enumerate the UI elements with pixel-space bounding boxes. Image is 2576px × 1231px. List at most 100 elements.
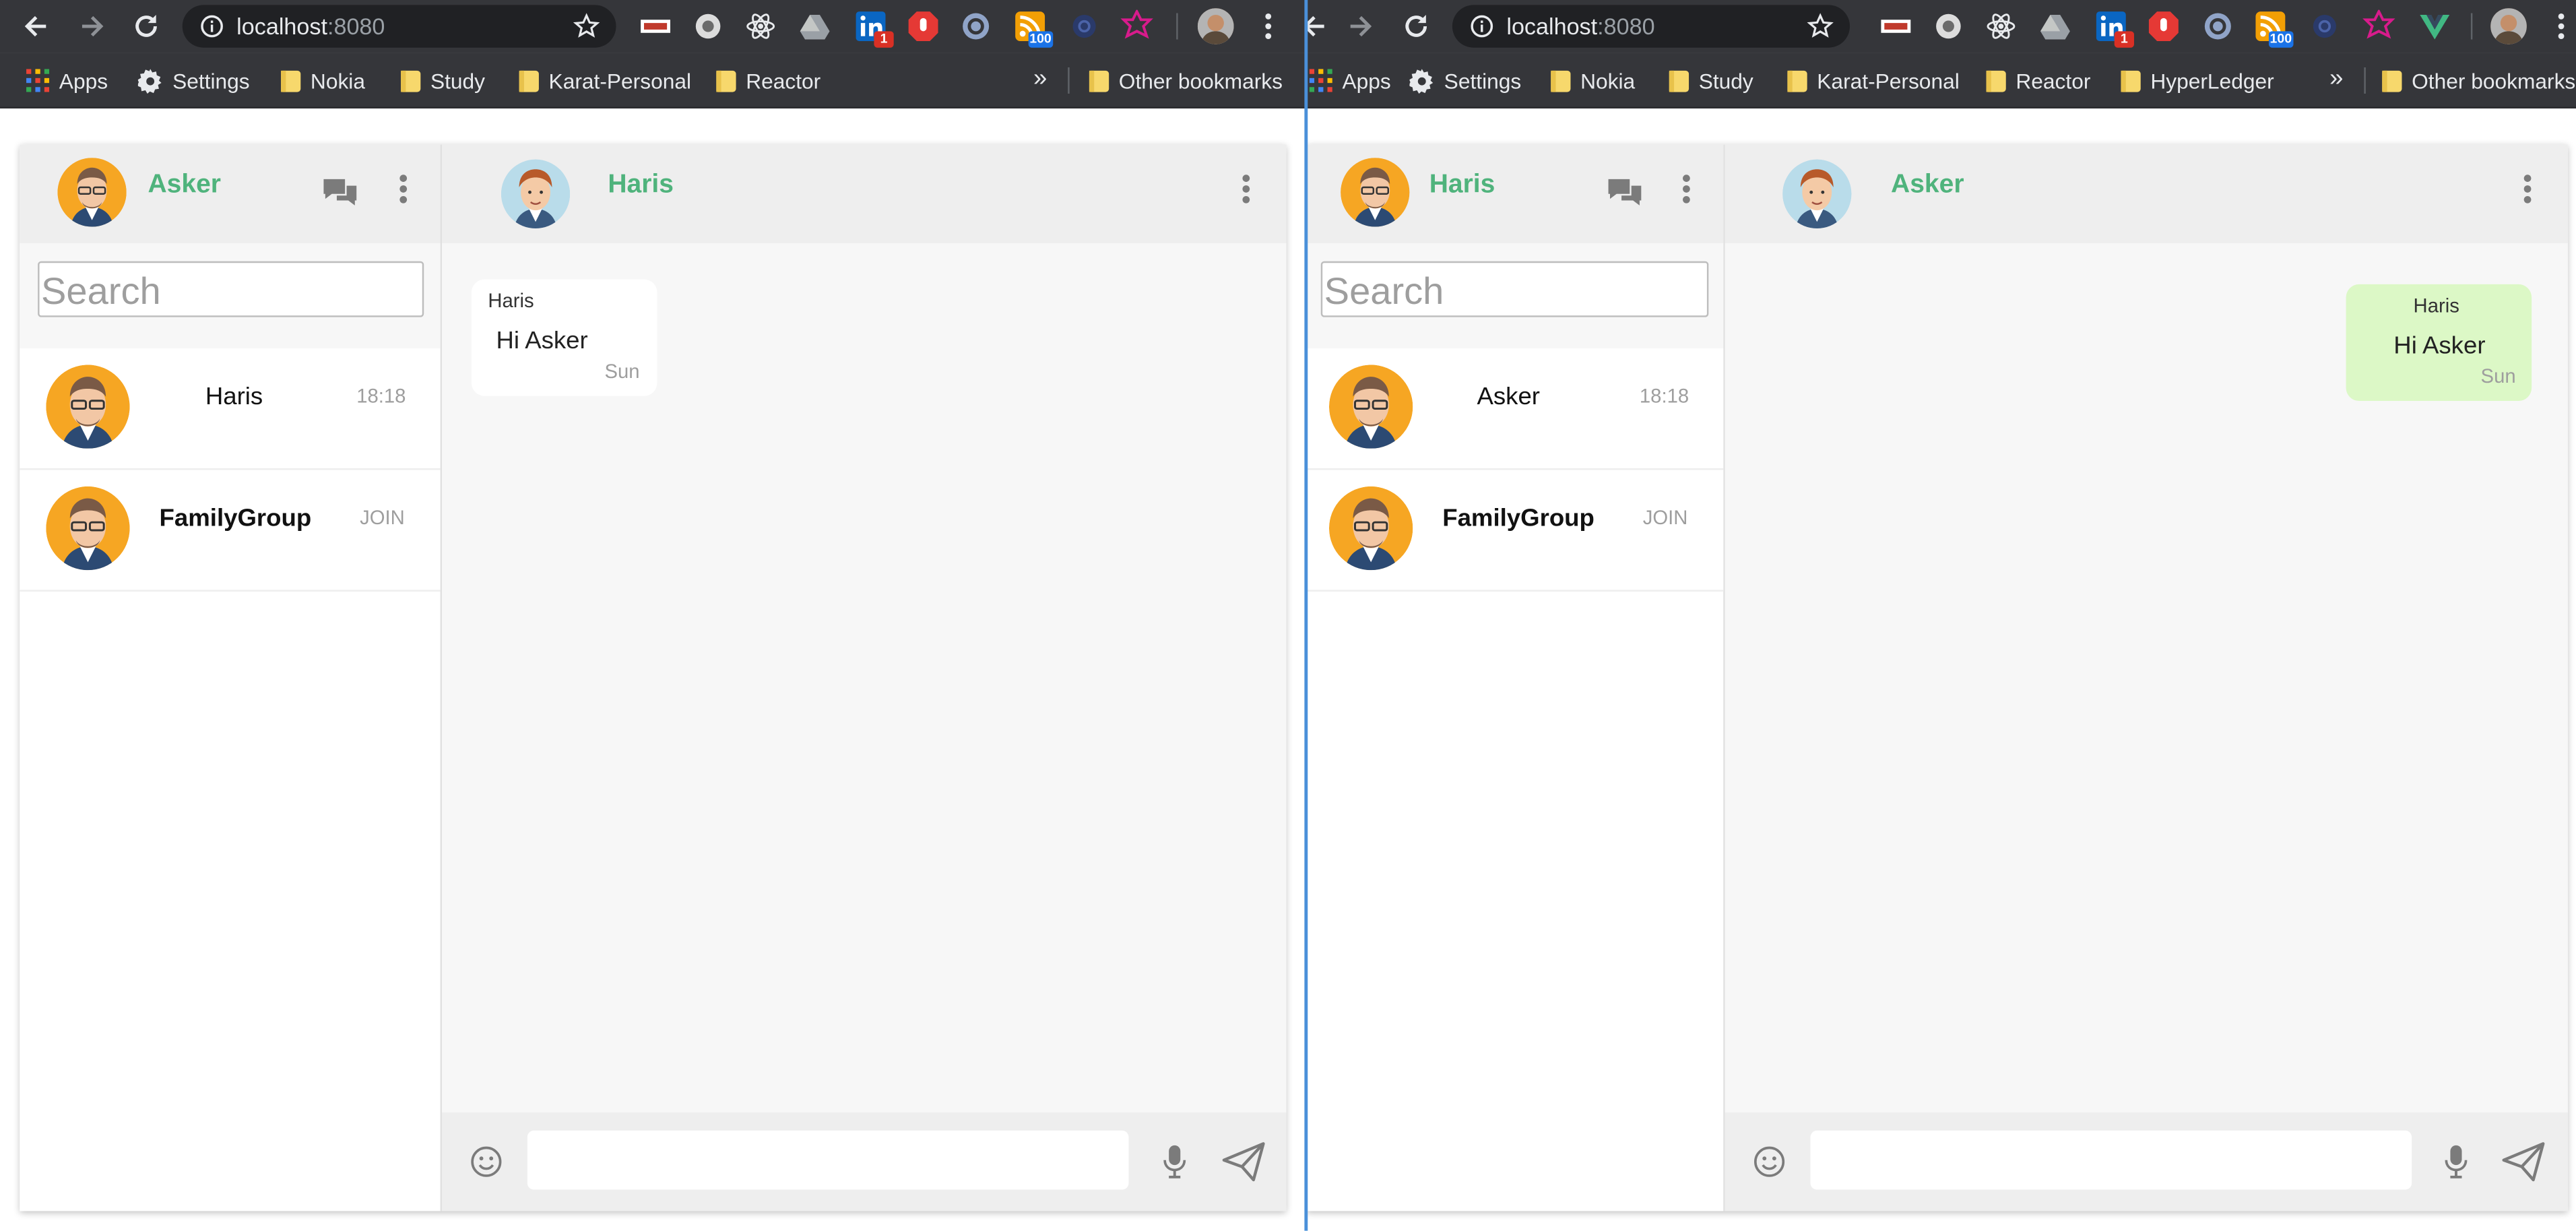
reload-button[interactable] xyxy=(128,8,164,44)
profile-avatar[interactable] xyxy=(1197,8,1234,44)
back-button[interactable] xyxy=(18,8,55,44)
bookmark-label: Study xyxy=(430,68,486,93)
bookmark-label: Other bookmarks xyxy=(1118,68,1283,93)
bookmark-folder-karat-personal[interactable]: Karat-Personal xyxy=(519,67,691,94)
address-bar[interactable]: localhost:8080 xyxy=(1452,5,1850,48)
bookmarks-overflow-chevron-icon[interactable]: » xyxy=(2329,64,2343,92)
linkedin-icon[interactable]: 1 xyxy=(854,10,894,48)
bookmark-apps[interactable]: Apps xyxy=(26,67,108,94)
contact-item-haris[interactable]: Haris 18:18 xyxy=(20,348,441,470)
bookmarks-bar: Apps Settings Nokia Study Karat-Personal… xyxy=(1306,53,2576,108)
bookmark-folder-nokia[interactable]: Nokia xyxy=(281,67,365,94)
toolbar-separator xyxy=(2470,13,2473,40)
rss-icon[interactable]: 100 xyxy=(2254,10,2294,48)
message-input[interactable] xyxy=(1810,1130,2412,1190)
chrome-menu-button[interactable] xyxy=(1250,8,1287,44)
bookmark-folder-study[interactable]: Study xyxy=(1669,67,1753,94)
drive-icon[interactable] xyxy=(2039,10,2072,43)
contact-time: 18:18 xyxy=(1639,384,1689,408)
back-button[interactable] xyxy=(1306,8,1332,44)
chat-app: Haris Asker 18:18 xyxy=(1306,144,2568,1211)
back-arrow-icon xyxy=(1306,15,1324,37)
new-chat-button[interactable] xyxy=(321,175,360,211)
bookmark-label: Study xyxy=(1698,68,1753,93)
forward-button[interactable] xyxy=(74,8,110,44)
chrome-menu-button[interactable] xyxy=(2543,8,2576,44)
ublock-icon[interactable] xyxy=(639,10,672,43)
send-button[interactable] xyxy=(2501,1139,2546,1185)
bookmark-settings[interactable]: Settings xyxy=(1409,67,1521,94)
search-extension-icon[interactable] xyxy=(2201,10,2234,43)
active-contact-avatar[interactable] xyxy=(1782,159,1852,228)
bookmark-other-bookmarks[interactable]: Other bookmarks xyxy=(1089,67,1283,94)
contact-item-familygroup[interactable]: FamilyGroup JOIN xyxy=(1306,470,1724,592)
emoji-button[interactable] xyxy=(1751,1143,1788,1180)
contact-join-label[interactable]: JOIN xyxy=(360,506,405,529)
react-devtools-icon[interactable] xyxy=(744,10,777,43)
sidebar-menu-button[interactable] xyxy=(394,171,410,208)
folder-icon xyxy=(2382,69,2402,92)
my-avatar[interactable] xyxy=(57,158,127,227)
microphone-button[interactable] xyxy=(1158,1142,1191,1182)
contact-item-familygroup[interactable]: FamilyGroup JOIN xyxy=(20,470,441,592)
profile-avatar[interactable] xyxy=(2490,8,2527,44)
reload-button[interactable] xyxy=(1398,8,1434,44)
emoji-button[interactable] xyxy=(468,1143,505,1180)
contact-avatar xyxy=(46,486,130,571)
vue-devtools-icon[interactable] xyxy=(2418,10,2451,43)
forward-button[interactable] xyxy=(1342,8,1378,44)
conversation-menu-button[interactable] xyxy=(2519,171,2535,208)
drive-icon[interactable] xyxy=(798,10,831,43)
my-avatar[interactable] xyxy=(1341,158,1410,227)
circle-extension-icon[interactable] xyxy=(1932,10,1965,43)
contact-join-label[interactable]: JOIN xyxy=(1643,506,1688,529)
bookmarks-overflow-chevron-icon[interactable]: » xyxy=(1033,64,1047,92)
microphone-button[interactable] xyxy=(2440,1142,2473,1182)
active-contact-name: Haris xyxy=(608,170,674,199)
bookmark-folder-reactor[interactable]: Reactor xyxy=(716,67,820,94)
bookmark-apps[interactable]: Apps xyxy=(1309,67,1391,94)
search-input[interactable] xyxy=(1320,261,1709,317)
conversation-menu-button[interactable] xyxy=(1237,171,1253,208)
stop-hand-icon[interactable] xyxy=(907,10,940,43)
search-extension-icon[interactable] xyxy=(959,10,992,43)
redux-star-icon[interactable] xyxy=(1120,8,1153,43)
contact-item-asker[interactable]: Asker 18:18 xyxy=(1306,348,1724,470)
send-button[interactable] xyxy=(1221,1139,1266,1185)
url-host: localhost xyxy=(1506,13,1598,40)
forward-arrow-icon xyxy=(1350,15,1372,37)
new-chat-button[interactable] xyxy=(1605,175,1645,211)
search-input[interactable] xyxy=(38,261,424,317)
circle-extension-icon[interactable] xyxy=(692,10,725,43)
dark-extension-icon[interactable] xyxy=(2308,10,2341,43)
bookmark-star-icon[interactable] xyxy=(573,13,600,40)
message-time: Sun xyxy=(2480,365,2516,388)
linkedin-icon[interactable]: 1 xyxy=(2094,10,2134,48)
bookmark-folder-hyperledger[interactable]: HyperLedger xyxy=(2121,67,2274,94)
ublock-icon[interactable] xyxy=(1879,10,1912,43)
sidebar-menu-button[interactable] xyxy=(1677,171,1694,208)
bookmark-folder-karat-personal[interactable]: Karat-Personal xyxy=(1787,67,1960,94)
message-bubble-incoming: Haris Hi Asker Sun xyxy=(471,279,657,396)
bookmark-apps-label: Apps xyxy=(1342,68,1391,93)
active-contact-avatar[interactable] xyxy=(501,159,571,228)
vertical-dots-icon xyxy=(399,175,406,203)
stop-hand-icon[interactable] xyxy=(2147,10,2180,43)
bookmark-folder-reactor[interactable]: Reactor xyxy=(1986,67,2090,94)
message-input[interactable] xyxy=(527,1130,1129,1190)
bookmark-folder-study[interactable]: Study xyxy=(401,67,485,94)
bookmark-folder-nokia[interactable]: Nokia xyxy=(1551,67,1635,94)
bookmark-settings-label: Settings xyxy=(172,68,250,93)
active-contact-name: Asker xyxy=(1891,170,1964,199)
rss-icon[interactable]: 100 xyxy=(1014,10,1054,48)
bookmark-star-icon[interactable] xyxy=(1807,13,1834,40)
folder-icon xyxy=(1089,69,1109,92)
dark-extension-icon[interactable] xyxy=(1068,10,1101,43)
address-bar[interactable]: localhost:8080 xyxy=(182,5,616,48)
microphone-icon xyxy=(1163,1145,1186,1178)
redux-star-icon[interactable] xyxy=(2362,8,2395,43)
smiley-icon xyxy=(1754,1146,1785,1177)
react-devtools-icon[interactable] xyxy=(1985,10,2018,43)
bookmark-settings[interactable]: Settings xyxy=(137,67,250,94)
bookmark-other-bookmarks[interactable]: Other bookmarks xyxy=(2382,67,2575,94)
